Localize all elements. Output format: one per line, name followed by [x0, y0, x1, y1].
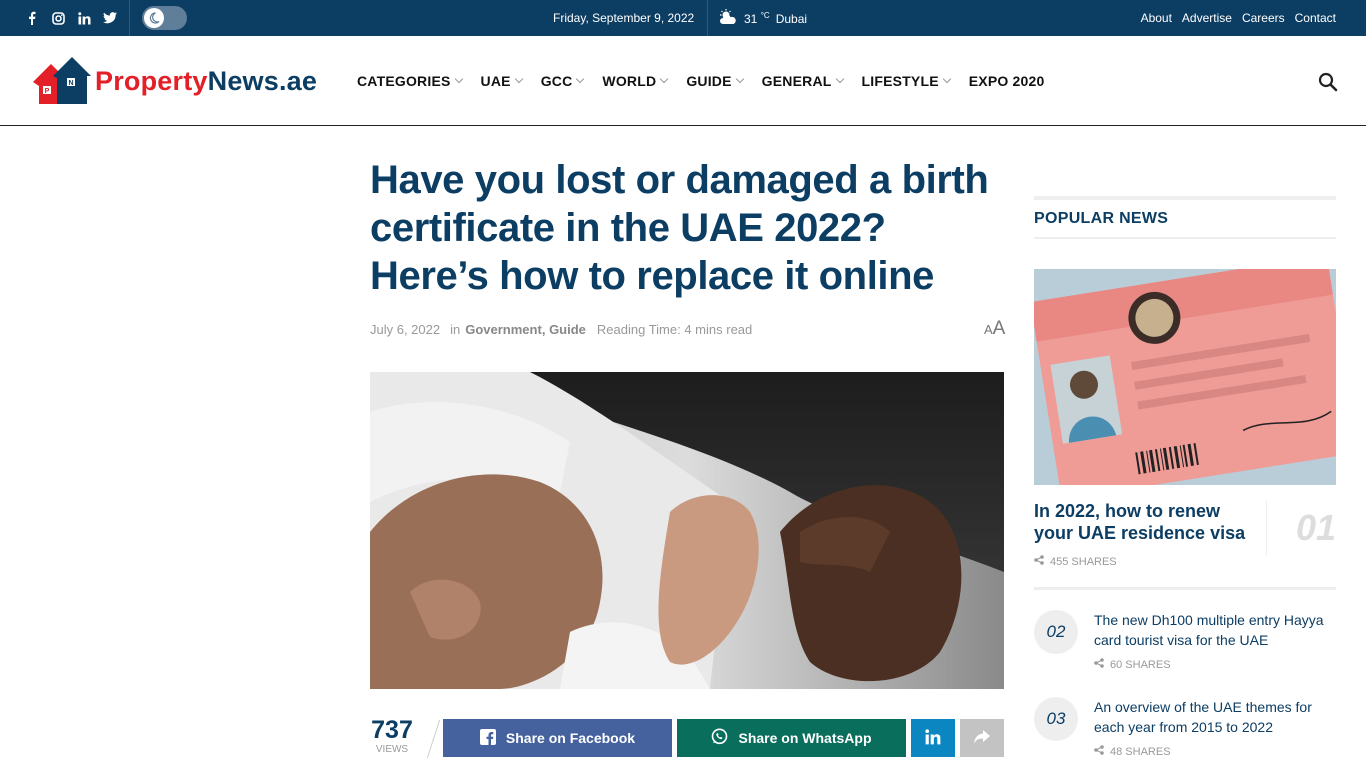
popular-news-image[interactable]: [1034, 269, 1336, 485]
divider: [707, 0, 708, 36]
main-nav: CATEGORIES UAE GCC WORLD GUIDE GENERAL LIFESTY…: [357, 73, 1064, 89]
popular-news-title-3[interactable]: An overview of the UAE themes for each y…: [1094, 697, 1338, 737]
category-link-guide[interactable]: Guide: [549, 322, 586, 337]
temperature: 31 °C: [744, 11, 770, 26]
cloud-sun-icon: [718, 9, 738, 28]
share-count-1: 455 SHARES: [1034, 555, 1117, 568]
divider: [1034, 587, 1336, 590]
article-date[interactable]: July 6, 2022: [370, 322, 440, 337]
link-careers[interactable]: Careers: [1242, 11, 1285, 25]
chevron-down-icon: [835, 74, 844, 84]
views-count: 737: [371, 716, 413, 744]
nav-item-label: UAE: [480, 73, 511, 89]
popular-news-title-2[interactable]: The new Dh100 multiple entry Hayya card …: [1094, 610, 1338, 650]
instagram-icon[interactable]: [50, 10, 66, 26]
views-counter: 737 VIEWS: [370, 716, 414, 755]
share-icon: [1094, 658, 1104, 671]
twitter-icon[interactable]: [102, 10, 118, 26]
dark-mode-toggle[interactable]: [142, 6, 187, 30]
chevron-down-icon: [514, 74, 523, 84]
nav-item-label: EXPO 2020: [968, 73, 1045, 89]
top-links: About Advertise Careers Contact: [1141, 11, 1336, 25]
nav-item-gcc[interactable]: GCC: [540, 73, 585, 89]
popular-news-rank-3: 03: [1034, 697, 1078, 741]
nav-item-label: GCC: [540, 73, 573, 89]
chevron-down-icon: [660, 74, 669, 84]
popular-news-rank-1: 01: [1266, 500, 1336, 556]
popular-news-heading: POPULAR NEWS: [1034, 210, 1169, 227]
popular-news-rank-2: 02: [1034, 610, 1078, 654]
nav-item-label: WORLD: [602, 73, 657, 89]
share-arrow-icon: [973, 729, 991, 748]
share-more-button[interactable]: [960, 719, 1004, 757]
facebook-icon[interactable]: [24, 10, 40, 26]
nav-item-expo-2020[interactable]: EXPO 2020: [969, 73, 1045, 89]
article-title: Have you lost or damaged a birth certifi…: [370, 158, 989, 298]
sidebar-top-border: [1034, 196, 1336, 200]
nav-item-guide[interactable]: GUIDE: [686, 73, 744, 89]
share-icon: [1034, 555, 1044, 568]
chevron-down-icon: [735, 74, 744, 84]
linkedin-icon[interactable]: [76, 10, 92, 26]
popular-news-title-1[interactable]: In 2022, how to renew your UAE residence…: [1034, 500, 1262, 544]
nav-item-uae[interactable]: UAE: [480, 73, 523, 89]
logo-house-icon: P N: [33, 57, 91, 104]
chevron-down-icon: [454, 74, 463, 84]
top-bar: Friday, September 9, 2022 31 °C Dubai Ab…: [0, 0, 1366, 36]
nav-item-label: GUIDE: [686, 73, 732, 89]
nav-item-general[interactable]: GENERAL: [761, 73, 844, 89]
logo-text: PropertyNews.ae: [95, 65, 318, 96]
views-label: VIEWS: [375, 744, 409, 755]
current-date: Friday, September 9, 2022: [553, 11, 695, 25]
weather-widget[interactable]: 31 °C Dubai: [718, 9, 807, 28]
linkedin-icon: [925, 728, 941, 748]
svg-text:N: N: [68, 80, 73, 87]
share-icon: [1094, 745, 1104, 758]
chevron-down-icon: [576, 74, 585, 84]
nav-item-lifestyle[interactable]: LIFESTYLE: [861, 73, 952, 89]
nav-item-categories[interactable]: CATEGORIES: [357, 73, 463, 89]
font-size-small: A: [984, 322, 993, 337]
share-count-3: 48 SHARES: [1094, 745, 1171, 758]
nav-item-label: GENERAL: [761, 73, 832, 89]
share-count-2: 60 SHARES: [1094, 658, 1171, 671]
divider: [129, 0, 130, 36]
reading-time: Reading Time: 4 mins read: [596, 322, 753, 337]
link-about[interactable]: About: [1141, 11, 1172, 25]
divider: [1034, 237, 1336, 239]
search-icon[interactable]: [1318, 72, 1338, 92]
link-contact[interactable]: Contact: [1295, 11, 1336, 25]
site-header: P N PropertyNews.ae CATEGORIES UAE GCC WORL…: [0, 36, 1366, 126]
share-linkedin-button[interactable]: [911, 719, 955, 757]
whatsapp-icon: [711, 728, 728, 748]
divider: [417, 720, 441, 758]
facebook-icon: [479, 728, 496, 748]
font-size-toggle[interactable]: AA: [984, 318, 1005, 340]
in-label: in: [450, 322, 461, 337]
chevron-down-icon: [942, 74, 952, 84]
font-size-large: A: [992, 318, 1006, 339]
share-whatsapp-button[interactable]: Share on WhatsApp: [677, 719, 906, 757]
article-meta: July 6, 2022 in Government, Guide Readin…: [370, 322, 753, 337]
weather-city: Dubai: [775, 11, 808, 26]
nav-item-label: LIFESTYLE: [861, 73, 939, 89]
site-logo[interactable]: P N PropertyNews.ae: [31, 56, 317, 106]
nav-item-world[interactable]: WORLD: [602, 73, 669, 89]
link-advertise[interactable]: Advertise: [1182, 11, 1232, 25]
share-facebook-button[interactable]: Share on Facebook: [443, 719, 672, 757]
moon-icon: [144, 8, 164, 28]
social-links: [24, 0, 118, 36]
svg-text:P: P: [45, 88, 50, 95]
category-link-government[interactable]: Government: [465, 322, 542, 337]
featured-image: [370, 372, 1004, 689]
nav-item-label: CATEGORIES: [357, 73, 451, 89]
